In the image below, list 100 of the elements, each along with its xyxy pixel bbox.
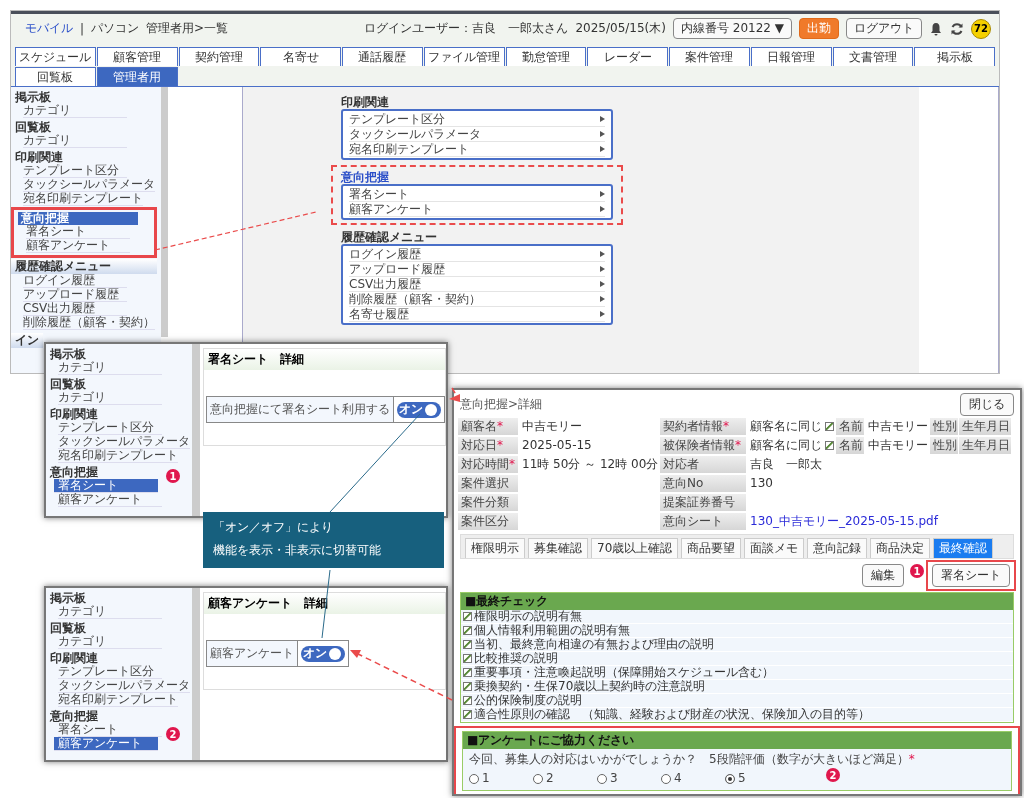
menu-section-bar[interactable]: イン — [11, 333, 43, 348]
detail-tab[interactable]: 募集確認 — [528, 538, 588, 558]
sidebar-item[interactable]: ログイン履歴 — [23, 274, 127, 288]
nav-tab[interactable]: 管理者用 — [96, 67, 178, 86]
detail-tab[interactable]: 面談メモ — [744, 538, 805, 558]
sidebar-heading[interactable]: 掲示板 — [50, 592, 86, 605]
extension-dropdown[interactable]: 内線番号 20122 ▼ — [672, 18, 792, 39]
notification-bell-icon[interactable] — [929, 21, 943, 36]
sidebar-item[interactable]: タックシールパラメータ — [23, 178, 155, 192]
radio-dot[interactable] — [533, 773, 543, 784]
sidebar-item[interactable]: カテゴリ — [23, 104, 127, 118]
nav-tab[interactable]: 日報管理 — [750, 47, 832, 66]
nav-tab[interactable]: 通話履歴 — [342, 47, 423, 66]
nav-tab[interactable]: 契約管理 — [178, 47, 260, 66]
menu-item[interactable]: 削除履歴（顧客・契約） — [349, 292, 605, 307]
scrollbar[interactable] — [192, 588, 199, 760]
nav-tab[interactable]: ファイル管理 — [423, 47, 505, 66]
sidebar-item[interactable]: 顧客アンケート — [26, 239, 130, 253]
toggle-switch[interactable]: オン — [397, 401, 441, 418]
scrollbar[interactable] — [161, 87, 168, 337]
detail-tab[interactable]: 意向記録 — [807, 538, 868, 558]
radio-dot[interactable] — [725, 773, 735, 784]
sidebar-item[interactable]: 顧客アンケート — [54, 737, 158, 751]
sidebar-heading[interactable]: 印刷関連 — [15, 151, 63, 164]
logout-button[interactable]: ログアウト — [846, 18, 922, 39]
sidebar-heading[interactable]: 掲示板 — [50, 348, 86, 361]
sidebar-item[interactable]: タックシールパラメータ — [58, 679, 190, 693]
nav-tab[interactable]: 名寄せ — [260, 47, 341, 66]
detail-tab[interactable]: 最終確認 — [933, 538, 994, 558]
sidebar-heading[interactable]: 回覧板 — [15, 121, 51, 134]
refresh-icon[interactable] — [950, 21, 964, 36]
detail-tab[interactable]: 70歳以上確認 — [591, 538, 679, 558]
rating-radio[interactable]: 2 — [533, 771, 597, 786]
menu-item[interactable]: 顧客アンケート — [349, 202, 605, 217]
rating-radio[interactable]: 1 — [469, 771, 533, 786]
sidebar-item[interactable]: テンプレート区分 — [58, 665, 162, 679]
sidebar-item[interactable]: カテゴリ — [58, 605, 162, 619]
field-label: 対応時間* — [458, 456, 518, 473]
toggle-switch[interactable]: オン — [301, 645, 345, 662]
detail-tab[interactable]: 商品要望 — [681, 538, 742, 558]
sidebar-item[interactable]: 宛名印刷テンプレート — [23, 192, 143, 206]
same-as-customer-checkbox[interactable]: 顧客名に同じ — [747, 418, 835, 435]
menu-section-bar[interactable]: 履歴確認メニュー — [11, 259, 157, 274]
sidebar-item[interactable]: 顧客アンケート — [58, 493, 162, 507]
menu-item[interactable]: テンプレート区分 — [349, 112, 605, 127]
sidebar-item[interactable]: アップロード履歴 — [23, 288, 127, 302]
nav-tab[interactable]: 顧客管理 — [96, 47, 178, 66]
sidebar-heading[interactable]: 回覧板 — [50, 622, 86, 635]
nav-tab[interactable]: 回覧板 — [15, 67, 96, 86]
sidebar-item[interactable]: カテゴリ — [58, 361, 162, 375]
menu-item[interactable]: CSV出力履歴 — [349, 277, 605, 292]
nav-tab[interactable]: レーダー — [587, 47, 668, 66]
sidebar-heading[interactable]: 意向把握 — [50, 710, 98, 723]
action-button[interactable]: 編集 — [862, 564, 904, 587]
sidebar-item[interactable]: テンプレート区分 — [23, 164, 127, 178]
radio-dot[interactable] — [597, 773, 607, 784]
radio-dot[interactable] — [661, 773, 671, 784]
sidebar-heading[interactable]: 印刷関連 — [50, 652, 98, 665]
rating-radio[interactable]: 3 — [597, 771, 661, 786]
sidebar-item[interactable]: カテゴリ — [58, 391, 162, 405]
sidebar-item[interactable]: タックシールパラメータ — [58, 435, 190, 449]
close-button[interactable]: 閉じる — [960, 393, 1014, 416]
scrollbar[interactable] — [192, 344, 199, 516]
nav-tab[interactable]: スケジュール — [15, 47, 96, 66]
sidebar-item[interactable]: 宛名印刷テンプレート — [58, 693, 178, 707]
sidebar-heading[interactable]: 印刷関連 — [50, 408, 98, 421]
sidebar-heading[interactable]: 意向把握 — [18, 212, 138, 225]
sidebar-item[interactable]: テンプレート区分 — [58, 421, 162, 435]
notification-count[interactable]: 72 — [971, 18, 991, 39]
menu-item[interactable]: 名寄せ履歴 — [349, 307, 605, 322]
menu-item[interactable]: 署名シート — [349, 187, 605, 202]
sidebar-item[interactable]: 署名シート — [26, 225, 130, 239]
sidebar-heading[interactable]: 意向把握 — [50, 466, 98, 479]
checklist-item: 比較推奨の説明 — [474, 652, 558, 665]
field-label: 提案証券番号 — [660, 494, 746, 511]
sidebar-item[interactable]: カテゴリ — [23, 134, 127, 148]
rating-radio[interactable]: 4 — [661, 771, 725, 786]
sidebar-heading[interactable]: 掲示板 — [15, 91, 51, 104]
menu-item[interactable]: アップロード履歴 — [349, 262, 605, 277]
menu-item[interactable]: 宛名印刷テンプレート — [349, 142, 605, 157]
rating-radio[interactable]: 5 — [725, 771, 789, 786]
menu-item[interactable]: ログイン履歴 — [349, 247, 605, 262]
nav-tab[interactable]: 文書管理 — [832, 47, 914, 66]
sidebar-item[interactable]: 署名シート — [54, 479, 158, 493]
sidebar-heading[interactable]: 回覧板 — [50, 378, 86, 391]
detail-tab[interactable]: 権限明示 — [465, 538, 525, 558]
nav-tab[interactable]: 案件管理 — [669, 47, 750, 66]
menu-item[interactable]: タックシールパラメータ — [349, 127, 605, 142]
sidebar-item[interactable]: カテゴリ — [58, 635, 162, 649]
sidebar-item[interactable]: 宛名印刷テンプレート — [58, 449, 178, 463]
same-as-customer-checkbox[interactable]: 顧客名に同じ — [747, 437, 835, 454]
detail-tab[interactable]: 商品決定 — [870, 538, 931, 558]
radio-dot[interactable] — [469, 773, 479, 784]
sidebar-item[interactable]: 削除履歴（顧客・契約） — [23, 316, 155, 330]
action-button[interactable]: 署名シート — [932, 564, 1010, 587]
file-link[interactable]: 130_中吉モリー_2025-05-15.pdf — [747, 513, 1016, 530]
mobile-link[interactable]: モバイル — [25, 20, 73, 37]
nav-tab[interactable]: 掲示板 — [914, 47, 995, 66]
nav-tab[interactable]: 勤怠管理 — [505, 47, 587, 66]
sidebar-item[interactable]: CSV出力履歴 — [23, 302, 127, 316]
